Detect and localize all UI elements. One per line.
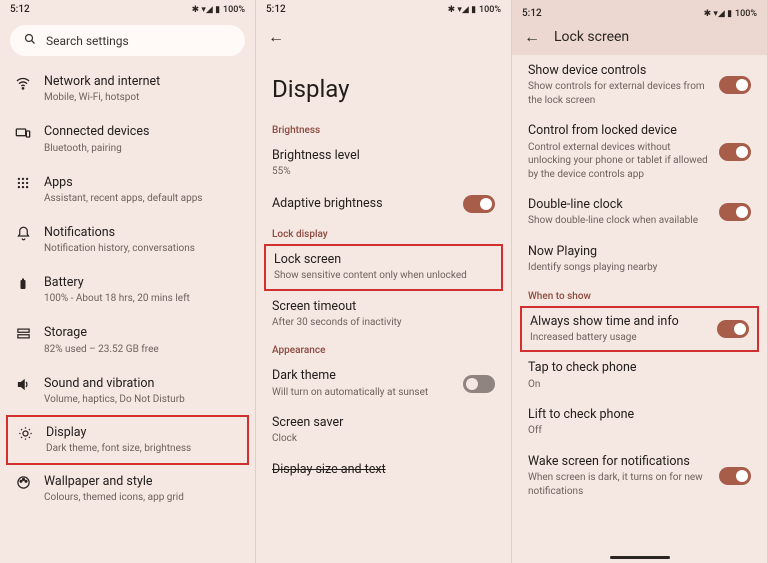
status-icons: ✱ ▾◢ ▮ 100% — [703, 9, 757, 19]
settings-item-display[interactable]: DisplayDark theme, font size, brightness — [6, 415, 249, 465]
header-bar: ← Lock screen — [512, 21, 767, 53]
lift-to-check[interactable]: Lift to check phoneOff — [512, 399, 767, 446]
status-indicator-icons: ✱ ▾◢ ▮ — [192, 5, 220, 15]
wifi-icon — [14, 74, 32, 95]
storage-icon — [14, 325, 32, 345]
settings-item-sound[interactable]: Sound and vibrationVolume, haptics, Do N… — [4, 366, 251, 416]
apps-icon — [14, 175, 32, 194]
page-title: Display — [256, 53, 511, 117]
status-time: 5:12 — [522, 8, 542, 19]
adaptive-brightness-toggle[interactable] — [463, 195, 495, 213]
settings-item-network[interactable]: Network and internetMobile, Wi-Fi, hotsp… — [4, 64, 251, 114]
show-device-controls[interactable]: Show device controlsShow controls for ex… — [512, 55, 767, 115]
back-arrow-icon[interactable]: ← — [524, 27, 540, 47]
display-icon — [16, 425, 34, 445]
status-bar: 5:12 ✱ ▾◢ ▮ 100% — [0, 0, 255, 17]
display-size-text[interactable]: Display size and text — [256, 454, 511, 486]
double-line-clock[interactable]: Double-line clockShow double-line clock … — [512, 189, 767, 236]
status-bar: 5:12 ✱ ▾◢ ▮ 100% — [256, 0, 511, 17]
gesture-bar[interactable] — [610, 556, 670, 559]
page-title: Lock screen — [554, 29, 629, 45]
screen-saver[interactable]: Screen saverClock — [256, 407, 511, 454]
status-time: 5:12 — [266, 4, 286, 15]
back-arrow-icon[interactable]: ← — [268, 27, 284, 47]
sound-icon — [14, 376, 32, 396]
always-show-toggle[interactable] — [717, 320, 749, 338]
wallpaper-icon — [14, 474, 32, 494]
search-settings[interactable]: Search settings — [10, 25, 245, 56]
now-playing[interactable]: Now PlayingIdentify songs playing nearby — [512, 236, 767, 283]
settings-item-battery[interactable]: Battery100% - About 18 hrs, 20 mins left — [4, 265, 251, 315]
lock-screen-item[interactable]: Lock screenShow sensitive content only w… — [264, 244, 503, 291]
control-from-locked[interactable]: Control from locked deviceControl extern… — [512, 115, 767, 189]
section-appearance: Appearance — [256, 337, 511, 360]
search-placeholder: Search settings — [46, 34, 129, 48]
section-brightness: Brightness — [256, 117, 511, 140]
always-show-time[interactable]: Always show time and infoIncreased batte… — [520, 306, 759, 353]
search-icon — [24, 33, 36, 48]
lock-screen-panel: 5:12 ✱ ▾◢ ▮ 100% ← Lock screen Show devi… — [512, 0, 768, 563]
display-settings-panel: 5:12 ✱ ▾◢ ▮ 100% ← Display Brightness Br… — [256, 0, 512, 563]
adaptive-brightness[interactable]: Adaptive brightness — [256, 187, 511, 221]
status-bar: 5:12 ✱ ▾◢ ▮ 100% — [512, 4, 767, 21]
settings-item-storage[interactable]: Storage82% used – 23.52 GB free — [4, 315, 251, 365]
header-bar: ← — [256, 17, 511, 53]
status-time: 5:12 — [10, 4, 30, 15]
double-clock-toggle[interactable] — [719, 203, 751, 221]
battery-icon — [14, 275, 32, 296]
dark-theme[interactable]: Dark themeWill turn on automatically at … — [256, 360, 511, 407]
section-when-to-show: When to show — [512, 283, 767, 306]
section-lock-display: Lock display — [256, 221, 511, 244]
devices-icon — [14, 124, 32, 145]
brightness-level[interactable]: Brightness level55% — [256, 140, 511, 187]
tap-to-check[interactable]: Tap to check phoneOn — [512, 352, 767, 399]
status-battery: 100% — [223, 5, 245, 15]
dark-theme-toggle[interactable] — [463, 375, 495, 393]
bell-icon — [14, 225, 32, 245]
settings-item-notifications[interactable]: NotificationsNotification history, conve… — [4, 215, 251, 265]
status-icons: ✱ ▾◢ ▮ 100% — [447, 5, 501, 15]
settings-item-apps[interactable]: AppsAssistant, recent apps, default apps — [4, 165, 251, 215]
screen-timeout[interactable]: Screen timeoutAfter 30 seconds of inacti… — [256, 291, 511, 338]
wake-notif-toggle[interactable] — [719, 467, 751, 485]
settings-item-wallpaper[interactable]: Wallpaper and styleColours, themed icons… — [4, 464, 251, 514]
settings-item-connected-devices[interactable]: Connected devicesBluetooth, pairing — [4, 114, 251, 164]
locked-device-toggle[interactable] — [719, 143, 751, 161]
settings-root-panel: 5:12 ✱ ▾◢ ▮ 100% Search settings Network… — [0, 0, 256, 563]
device-controls-toggle[interactable] — [719, 76, 751, 94]
status-icons: ✱ ▾◢ ▮ 100% — [191, 5, 245, 15]
wake-for-notifications[interactable]: Wake screen for notificationsWhen screen… — [512, 446, 767, 506]
